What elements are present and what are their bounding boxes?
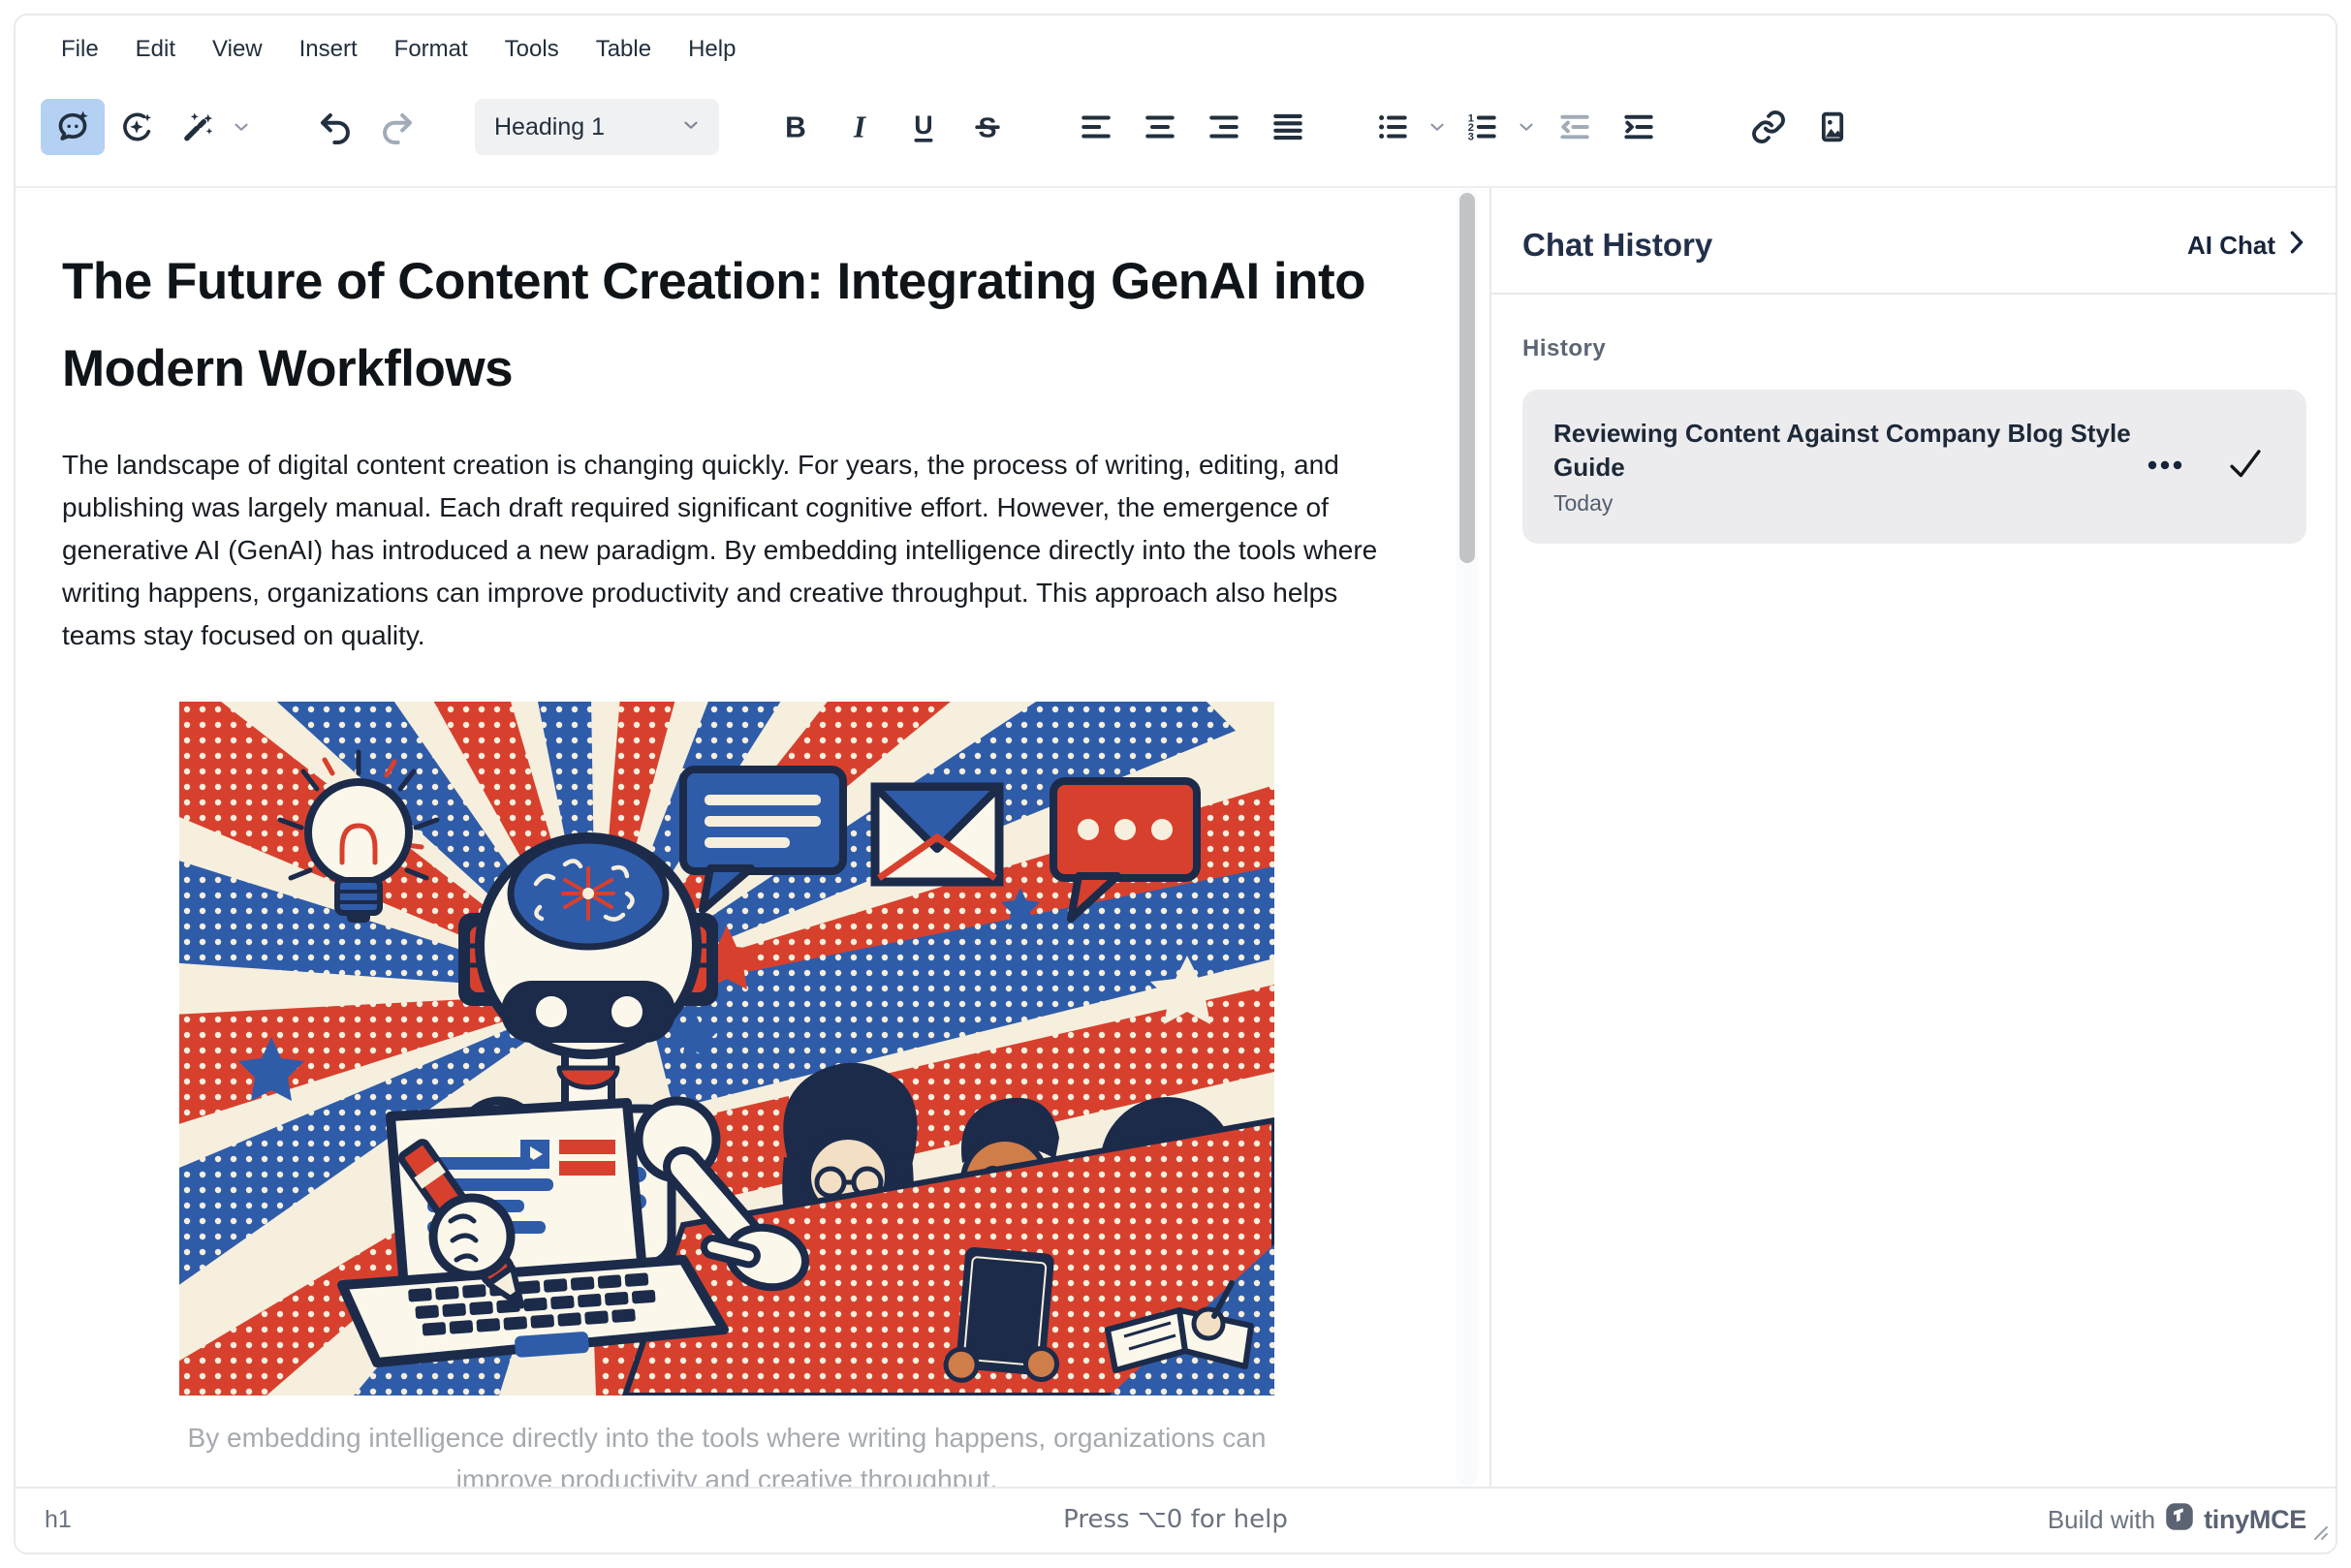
underline-icon: U	[905, 109, 942, 145]
underline-button[interactable]: U	[892, 99, 956, 155]
magic-wand-dropdown-chevron[interactable]	[225, 99, 258, 155]
align-left-button[interactable]	[1064, 99, 1128, 155]
branding-name: tinyMCE	[2204, 1505, 2306, 1535]
magic-wand-icon	[178, 109, 215, 145]
ai-shortcuts-button[interactable]	[105, 99, 169, 155]
bullet-list-button[interactable]	[1364, 99, 1421, 155]
image-button[interactable]	[1801, 99, 1865, 155]
editor-window: File Edit View Insert Format Tools Table…	[14, 14, 2337, 1554]
toolbar: Heading 1 B I U S 123	[16, 78, 2335, 186]
image-icon	[1814, 109, 1851, 145]
editor-scrollbar-thumb[interactable]	[1459, 193, 1475, 563]
history-item-check-icon[interactable]	[2227, 448, 2264, 486]
italic-button[interactable]: I	[828, 99, 892, 155]
undo-icon	[316, 109, 353, 145]
indent-icon	[1620, 109, 1657, 145]
svg-text:I: I	[853, 110, 867, 143]
indent-button[interactable]	[1607, 99, 1671, 155]
image-caption[interactable]: By embedding intelligence directly into …	[179, 1417, 1274, 1487]
align-justify-button[interactable]	[1256, 99, 1320, 155]
tinymce-branding-link[interactable]: Build with tinyMCE	[2048, 1502, 2306, 1538]
align-center-button[interactable]	[1128, 99, 1192, 155]
document-heading[interactable]: The Future of Content Creation: Integrat…	[62, 238, 1392, 413]
status-bar: h1 Press ⌥0 for help Build with tinyMCE	[16, 1487, 2335, 1551]
numbered-list-icon: 123	[1463, 109, 1500, 145]
menu-bar: File Edit View Insert Format Tools Table…	[16, 16, 2335, 78]
numbered-list-button[interactable]: 123	[1454, 99, 1510, 155]
bold-button[interactable]: B	[764, 99, 828, 155]
magic-wand-button[interactable]	[169, 99, 225, 155]
menu-insert[interactable]: Insert	[283, 28, 374, 71]
outdent-button[interactable]	[1543, 99, 1607, 155]
italic-icon: I	[841, 109, 878, 145]
ai-chat-button[interactable]	[41, 99, 105, 155]
sidebar-title: Chat History	[1522, 227, 1712, 264]
outdent-icon	[1556, 109, 1593, 145]
history-item-menu-icon[interactable]	[2146, 458, 2184, 476]
branding-prefix: Build with	[2048, 1505, 2155, 1535]
bullet-list-icon	[1374, 109, 1411, 145]
align-left-icon	[1078, 109, 1114, 145]
svg-text:U: U	[914, 110, 932, 140]
ai-chat-link-label: AI Chat	[2187, 231, 2275, 261]
numbered-list-chevron[interactable]	[1510, 99, 1543, 155]
menu-tools[interactable]: Tools	[488, 28, 576, 71]
block-format-value: Heading 1	[494, 113, 605, 141]
document-paragraph[interactable]: The landscape of digital content creatio…	[62, 444, 1392, 657]
align-right-icon	[1206, 109, 1242, 145]
history-item[interactable]: Reviewing Content Against Company Blog S…	[1522, 390, 2306, 544]
strikethrough-icon: S	[969, 109, 1006, 145]
document-image[interactable]	[179, 702, 1274, 1396]
bold-icon: B	[777, 109, 814, 145]
link-button[interactable]	[1737, 99, 1801, 155]
ai-shortcuts-icon	[118, 109, 155, 145]
history-item-date: Today	[1553, 490, 2145, 517]
menu-format[interactable]: Format	[378, 28, 485, 71]
history-section-label: History	[1522, 335, 2306, 362]
editor-scrollbar-track[interactable]	[1457, 188, 1478, 1487]
align-justify-icon	[1270, 109, 1306, 145]
document-figure: By embedding intelligence directly into …	[179, 702, 1274, 1487]
redo-icon	[380, 109, 417, 145]
link-icon	[1750, 109, 1787, 145]
align-right-button[interactable]	[1192, 99, 1256, 155]
tinymce-logo-icon	[2165, 1502, 2194, 1538]
sidebar-divider	[1491, 293, 2335, 295]
align-center-icon	[1142, 109, 1178, 145]
editor-canvas[interactable]: The Future of Content Creation: Integrat…	[16, 188, 1489, 1487]
history-item-title: Reviewing Content Against Company Blog S…	[1553, 417, 2145, 485]
ai-chat-link[interactable]: AI Chat	[2187, 230, 2306, 262]
select-chevron-icon	[680, 114, 702, 141]
menu-edit[interactable]: Edit	[119, 28, 192, 71]
block-format-select[interactable]: Heading 1	[475, 99, 719, 155]
menu-view[interactable]: View	[196, 28, 279, 71]
menu-help[interactable]: Help	[672, 28, 752, 71]
menu-file[interactable]: File	[45, 28, 115, 71]
redo-button[interactable]	[366, 99, 430, 155]
svg-text:3: 3	[1468, 131, 1474, 142]
ai-chat-icon	[54, 109, 91, 145]
menu-table[interactable]: Table	[580, 28, 668, 71]
chat-history-sidebar: Chat History AI Chat History Reviewing C…	[1489, 188, 2335, 1487]
undo-button[interactable]	[302, 99, 366, 155]
chevron-right-icon	[2287, 230, 2306, 262]
bullet-list-chevron[interactable]	[1421, 99, 1454, 155]
help-shortcut-text: Press ⌥0 for help	[16, 1505, 2335, 1534]
resize-grip[interactable]	[2308, 1521, 2330, 1547]
strikethrough-button[interactable]: S	[956, 99, 1019, 155]
svg-text:B: B	[785, 111, 806, 143]
